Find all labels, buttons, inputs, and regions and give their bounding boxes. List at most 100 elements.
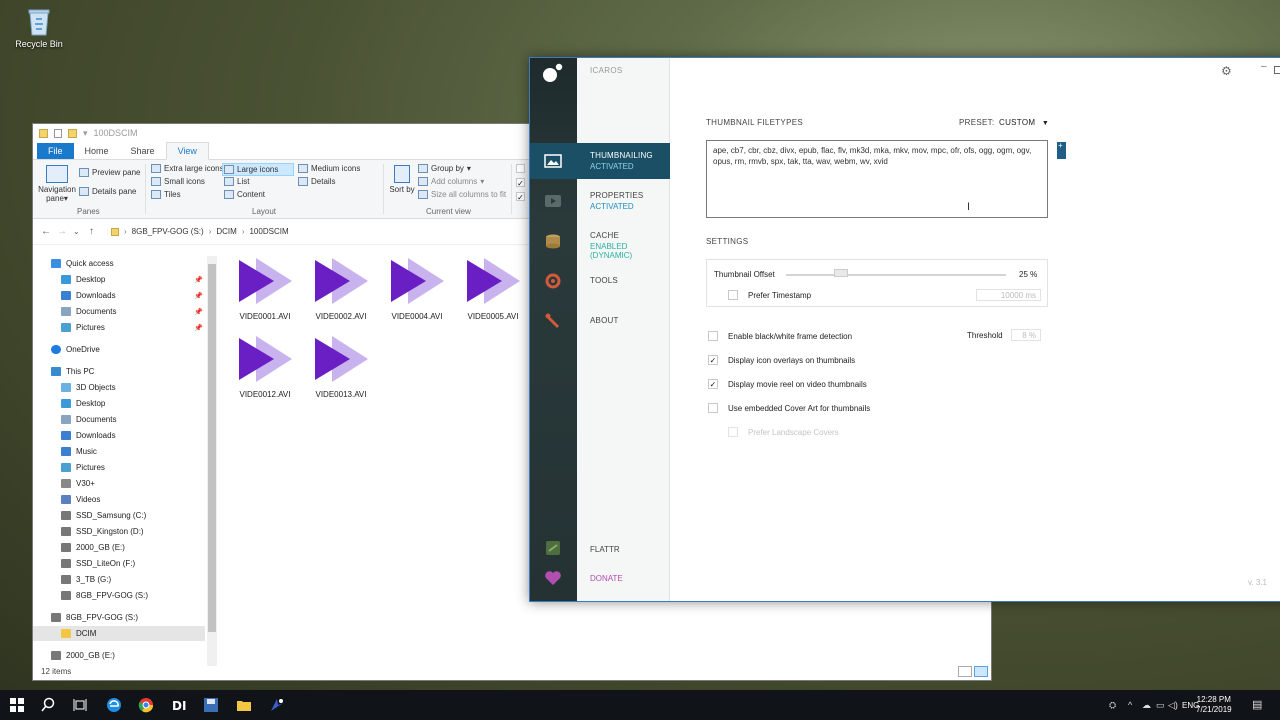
details-view-icon[interactable] xyxy=(958,666,972,677)
di-app-icon[interactable]: DI xyxy=(171,697,187,713)
people-icon[interactable]: ⛭ xyxy=(1109,700,1116,711)
navigation-pane-button[interactable]: Navigation pane▾ xyxy=(37,165,77,203)
file-item[interactable]: VIDE0004.AVI xyxy=(383,256,451,321)
large-icons-view-icon[interactable] xyxy=(974,666,988,677)
nav-item[interactable]: SSD_LiteOn (F:) xyxy=(33,556,205,571)
action-center-icon[interactable]: ▤ xyxy=(1252,698,1262,711)
nav-item[interactable]: Quick access xyxy=(33,256,205,271)
nav-item[interactable]: Downloads 📌 xyxy=(33,288,205,303)
layout-tiles[interactable]: Tiles xyxy=(151,190,181,199)
item-checkboxes-toggle[interactable] xyxy=(516,164,525,173)
group-by-button[interactable]: Group by ▾ xyxy=(418,164,471,173)
donate-link[interactable]: DONATE xyxy=(590,574,623,583)
timestamp-field[interactable]: 10000 ms xyxy=(976,289,1041,301)
nav-item[interactable]: Documents 📌 xyxy=(33,304,205,319)
recent-dropdown-icon[interactable]: ⌄ xyxy=(73,227,83,236)
nav-item[interactable]: 3_TB (G:) xyxy=(33,572,205,587)
flattr-link[interactable]: FLATTR xyxy=(590,545,620,554)
icaros-nav-tools[interactable]: TOOLS xyxy=(530,263,670,299)
nav-item[interactable]: Desktop 📌 xyxy=(33,272,205,287)
chrome-browser-icon[interactable] xyxy=(138,697,154,713)
nav-item[interactable]: 8GB_FPV-GOG (S:) xyxy=(33,610,205,625)
file-extensions-toggle[interactable]: ✓ xyxy=(516,178,525,188)
tab-file[interactable]: File xyxy=(37,143,74,159)
up-arrow-icon[interactable]: ↑ xyxy=(89,226,99,237)
nav-item[interactable]: Documents xyxy=(33,412,205,427)
layout-details[interactable]: Details xyxy=(298,177,335,186)
bw-frame-detection-checkbox[interactable] xyxy=(708,331,718,341)
back-arrow-icon[interactable]: ← xyxy=(41,226,51,237)
file-item[interactable]: VIDE0001.AVI xyxy=(231,256,299,321)
layout-small-icons[interactable]: Small icons xyxy=(151,177,205,186)
nav-item[interactable]: 2000_GB (E:) xyxy=(33,540,205,555)
icaros-nav-cache[interactable]: CACHE ENABLED (DYNAMIC) xyxy=(530,223,670,260)
hidden-items-toggle[interactable]: ✓ xyxy=(516,192,525,202)
file-explorer-icon[interactable] xyxy=(236,697,252,713)
tab-share[interactable]: Share xyxy=(120,143,166,159)
icaros-nav-thumbnailing[interactable]: THUMBNAILING ACTIVATED xyxy=(530,143,670,179)
new-folder-icon[interactable] xyxy=(68,128,77,138)
tab-home[interactable]: Home xyxy=(74,143,120,159)
breadcrumb-item[interactable]: 100DSCIM xyxy=(249,227,288,236)
nav-item[interactable]: OneDrive xyxy=(33,342,205,357)
preview-pane-button[interactable]: Preview pane xyxy=(79,168,140,177)
icon-overlays-checkbox[interactable]: ✓ xyxy=(708,355,718,365)
nav-item[interactable]: Music xyxy=(33,444,205,459)
size-columns-button[interactable]: Size all columns to fit xyxy=(418,190,506,199)
save-disk-icon[interactable] xyxy=(203,697,219,713)
edge-browser-icon[interactable] xyxy=(106,697,122,713)
nav-item[interactable]: SSD_Samsung (C:) xyxy=(33,508,205,523)
thumbnail-offset-slider-thumb[interactable] xyxy=(834,269,848,277)
threshold-field[interactable]: 8 % xyxy=(1011,329,1041,341)
nav-item[interactable]: Videos xyxy=(33,492,205,507)
nav-item[interactable]: Pictures xyxy=(33,460,205,475)
network-icon[interactable]: ▭ xyxy=(1156,700,1165,711)
nav-scrollbar-thumb[interactable] xyxy=(208,264,216,632)
icaros-nav-properties[interactable]: PROPERTIES ACTIVATED xyxy=(530,183,670,219)
nav-item[interactable]: Downloads xyxy=(33,428,205,443)
layout-content[interactable]: Content xyxy=(224,190,265,199)
nav-item[interactable]: Desktop xyxy=(33,396,205,411)
tab-view[interactable]: View xyxy=(165,142,209,160)
layout-extra-large-icons[interactable]: Extra large icons xyxy=(151,164,224,173)
filetypes-textarea[interactable]: ape, cb7, cbr, cbz, divx, epub, flac, fl… xyxy=(706,140,1048,218)
quick-access-dropdown-icon[interactable]: ▾ xyxy=(83,128,88,139)
properties-icon[interactable] xyxy=(54,128,62,138)
windows-start-icon[interactable] xyxy=(9,697,25,713)
prefer-timestamp-checkbox[interactable] xyxy=(728,290,738,300)
volume-icon[interactable]: ◁) xyxy=(1168,700,1178,711)
nav-item[interactable]: 2000_GB (E:) xyxy=(33,648,205,663)
nav-scrollbar[interactable] xyxy=(207,256,217,666)
layout-large-icons[interactable]: Large icons xyxy=(222,163,294,176)
nav-item[interactable]: 3D Objects xyxy=(33,380,205,395)
icaros-app-icon[interactable] xyxy=(269,697,285,713)
onedrive-tray-icon[interactable]: ☁ xyxy=(1142,700,1151,711)
breadcrumb-item[interactable]: DCIM xyxy=(216,227,236,236)
file-item[interactable]: VIDE0002.AVI xyxy=(307,256,375,321)
icaros-nav-about[interactable]: ABOUT xyxy=(530,303,670,339)
layout-medium-icons[interactable]: Medium icons xyxy=(298,164,360,173)
file-item[interactable]: VIDE0005.AVI xyxy=(459,256,527,321)
system-clock[interactable]: 12:28 PM 7/21/2019 xyxy=(1196,695,1232,715)
breadcrumb-item[interactable]: 8GB_FPV-GOG (S:) xyxy=(132,227,204,236)
nav-item[interactable]: This PC xyxy=(33,364,205,379)
breadcrumb[interactable]: › 8GB_FPV-GOG (S:) › DCIM › 100DSCIM xyxy=(111,227,289,236)
forward-arrow-icon[interactable]: → xyxy=(57,226,67,237)
movie-reel-checkbox[interactable]: ✓ xyxy=(708,379,718,389)
nav-item[interactable]: DCIM xyxy=(33,626,205,641)
preset-dropdown[interactable]: CUSTOM ▼ xyxy=(999,118,1049,127)
nav-item[interactable]: Pictures 📌 xyxy=(33,320,205,335)
details-pane-button[interactable]: Details pane xyxy=(79,187,136,196)
minimize-button[interactable]: – xyxy=(1261,61,1267,72)
maximize-button[interactable] xyxy=(1274,66,1280,74)
layout-list[interactable]: List xyxy=(224,177,249,186)
nav-item[interactable]: V30+ xyxy=(33,476,205,491)
sort-by-button[interactable]: Sort by xyxy=(389,165,415,194)
show-hidden-icons-chevron[interactable]: ^ xyxy=(1128,700,1132,710)
nav-item[interactable]: SSD_Kingston (D:) xyxy=(33,524,205,539)
thumbnail-offset-slider[interactable] xyxy=(786,274,1006,276)
add-columns-button[interactable]: Add columns ▾ xyxy=(418,177,484,186)
task-view-icon[interactable] xyxy=(72,697,88,713)
file-item[interactable]: VIDE0012.AVI xyxy=(231,334,299,399)
prefer-landscape-checkbox[interactable] xyxy=(728,427,738,437)
